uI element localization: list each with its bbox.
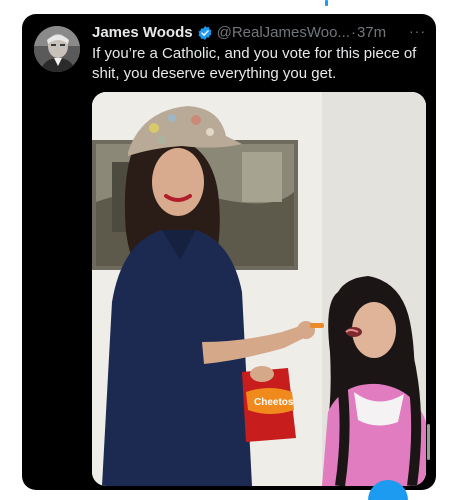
tweet-timestamp[interactable]: 37m — [357, 23, 386, 43]
author-name[interactable]: James Woods — [92, 23, 193, 43]
tweet-card[interactable]: James Woods @RealJamesWoo... · 37m ··· I… — [22, 14, 436, 490]
tweet-media-image[interactable]: Cheetos — [92, 92, 426, 486]
header-separator: · — [350, 24, 356, 41]
avatar[interactable] — [34, 26, 80, 72]
author-handle[interactable]: @RealJamesWoo... — [217, 23, 350, 43]
verified-badge-icon — [198, 26, 212, 40]
photo: Cheetos — [92, 92, 426, 486]
video-scrollbar[interactable] — [427, 424, 430, 460]
page-top-strip — [0, 0, 458, 14]
avatar-image — [34, 26, 80, 72]
scroll-marker — [325, 0, 328, 6]
tweet-text: If you’re a Catholic, and you vote for t… — [92, 45, 417, 82]
tweet-header: James Woods @RealJamesWoo... · 37m — [92, 23, 427, 43]
more-options-icon[interactable]: ··· — [409, 23, 426, 39]
bag-label: Cheetos — [254, 397, 294, 408]
